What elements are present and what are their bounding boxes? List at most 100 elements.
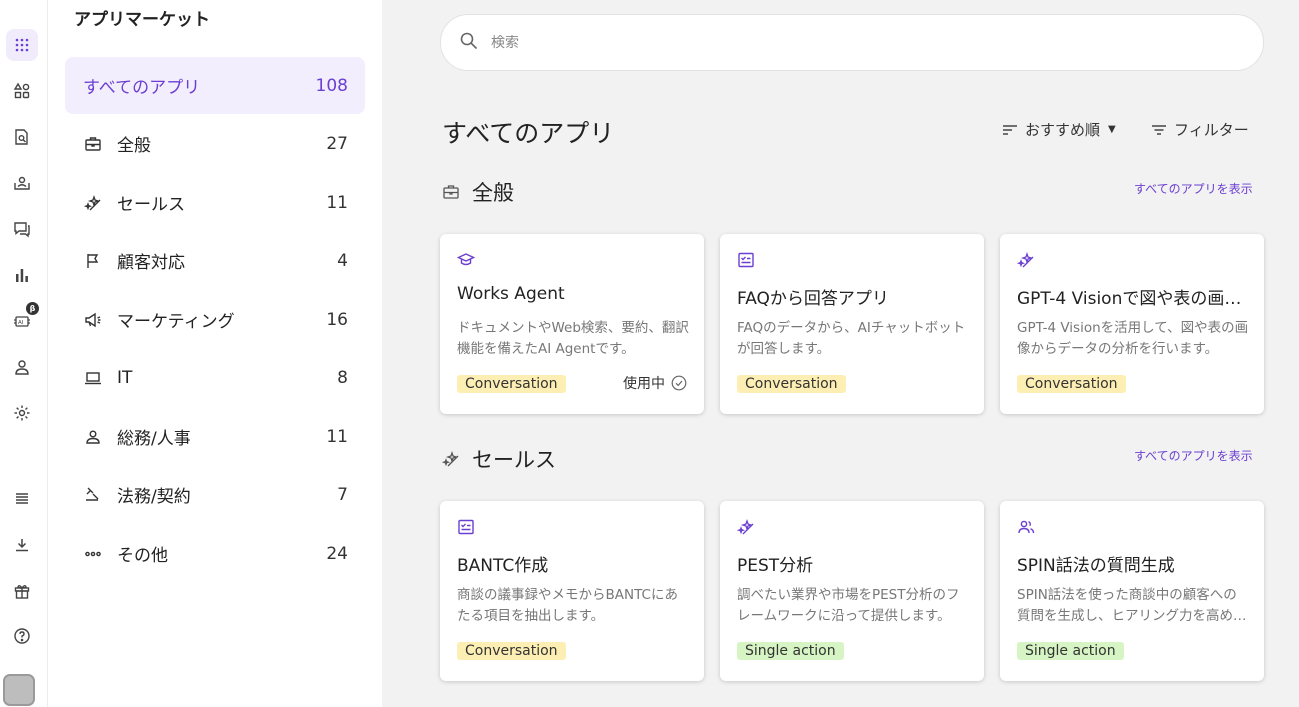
filter-button[interactable]: フィルター: [1151, 119, 1249, 140]
card-title: Works Agent: [457, 284, 565, 304]
in-use-status: 使用中: [623, 373, 687, 393]
shapes-icon[interactable]: [6, 75, 38, 107]
briefcase-icon: [83, 134, 103, 154]
card-title: BANTC作成: [457, 556, 549, 576]
category-legal-contracts[interactable]: 法務/契約 7: [65, 466, 365, 523]
sparkles-icon: [736, 518, 757, 538]
category-count: 7: [337, 484, 348, 505]
gift-icon[interactable]: [6, 575, 38, 607]
sort-label: おすすめ順: [1025, 121, 1101, 139]
app-card[interactable]: GPT-4 Visionで図や表の画像からデータの分析 GPT-4 Vision…: [1000, 234, 1264, 414]
category-marketing[interactable]: マーケティング 16: [65, 291, 365, 348]
type-tag: Single action: [1017, 642, 1124, 660]
card-title: PEST分析: [737, 556, 814, 576]
category-count: 27: [326, 133, 348, 154]
sort-icon: [1003, 124, 1017, 135]
category-label: すべてのアプリ: [83, 78, 201, 98]
type-tag: Single action: [737, 642, 844, 660]
category-count: 4: [337, 250, 348, 271]
card-description: SPIN話法を使った商談中の顧客への質問を生成し、ヒアリング力を高めます。: [1017, 587, 1247, 624]
avatar[interactable]: [3, 674, 35, 706]
category-count: 11: [326, 192, 348, 213]
app-card[interactable]: Works Agent ドキュメントやWeb検索、要約、翻訳機能を備えたAI A…: [440, 234, 704, 414]
status-label: 使用中: [623, 376, 665, 392]
sparkles-icon: [83, 193, 103, 213]
bar-chart-icon[interactable]: [6, 259, 38, 291]
main-content: すべてのアプリ おすすめ順 ▼ フィルター 全般 すべてのアプリを表示 Work…: [382, 0, 1299, 707]
chat-icon[interactable]: [6, 213, 38, 245]
search-input[interactable]: [491, 34, 1191, 51]
page-title: すべてのアプリ: [442, 119, 615, 148]
card-description: ドキュメントやWeb検索、要約、翻訳機能を備えたAI Agentです。: [457, 320, 689, 357]
document-search-icon[interactable]: [6, 121, 38, 153]
filter-icon: [1152, 124, 1166, 135]
checklist-icon: [737, 251, 757, 271]
check-circle-icon: [671, 375, 687, 391]
category-label: IT: [117, 367, 133, 388]
gear-icon[interactable]: [6, 397, 38, 429]
card-title: SPIN話法の質問生成: [1017, 556, 1175, 576]
search-bar[interactable]: [440, 14, 1264, 71]
flag-icon: [83, 251, 103, 271]
section-general-header: 全般: [442, 177, 514, 207]
download-icon[interactable]: [6, 529, 38, 561]
briefcase-icon: [442, 182, 462, 202]
card-title: FAQから回答アプリ: [737, 289, 889, 309]
category-other[interactable]: その他 24: [65, 525, 365, 582]
gavel-icon: [83, 485, 103, 505]
app-card[interactable]: PEST分析 調べたい業界や市場をPEST分析のフレームワークに沿って提供します…: [720, 501, 984, 681]
sort-dropdown[interactable]: おすすめ順 ▼: [1002, 119, 1116, 140]
app-card[interactable]: BANTC作成 商談の議事録やメモからBANTCにあたる項目を抽出します。 Co…: [440, 501, 704, 681]
card-description: GPT-4 Visionを活用して、図や表の画像からデータの分析を行います。: [1017, 320, 1249, 357]
card-title: GPT-4 Visionで図や表の画像からデータの分析: [1017, 289, 1249, 309]
category-label: マーケティング: [117, 312, 235, 332]
laptop-icon: [83, 368, 103, 388]
book-user-icon[interactable]: [6, 167, 38, 199]
category-it[interactable]: IT 8: [65, 349, 365, 406]
people-icon: [1017, 518, 1037, 538]
checklist-icon: [457, 518, 477, 538]
category-sales[interactable]: セールス 11: [65, 174, 365, 231]
type-tag: Conversation: [1017, 375, 1126, 393]
ai-beta-icon[interactable]: AI β: [6, 302, 39, 337]
app-card[interactable]: SPIN話法の質問生成 SPIN話法を使った商談中の顧客への質問を生成し、ヒアリ…: [1000, 501, 1264, 681]
type-tag: Conversation: [457, 642, 566, 660]
type-tag: Conversation: [457, 375, 566, 393]
menu-icon[interactable]: [6, 482, 38, 514]
person-icon: [83, 427, 103, 447]
category-all-apps[interactable]: すべてのアプリ 108: [65, 57, 365, 114]
see-all-link[interactable]: すべてのアプリを表示: [1134, 180, 1253, 197]
category-customer-support[interactable]: 顧客対応 4: [65, 232, 365, 289]
caret-down-icon: ▼: [1108, 124, 1116, 135]
category-sidebar: アプリマーケット すべてのアプリ 108 全般 27 セールス 11 顧客対応 …: [48, 0, 382, 707]
card-description: FAQのデータから、AIチャットボットが回答します。: [737, 320, 966, 357]
apps-grid-icon[interactable]: [6, 29, 38, 61]
filter-label: フィルター: [1174, 121, 1249, 139]
section-sales-header: セールス: [442, 444, 556, 474]
category-count: 11: [326, 426, 348, 447]
see-all-link[interactable]: すべてのアプリを表示: [1134, 447, 1253, 464]
icon-rail: AI β: [0, 0, 48, 707]
help-icon[interactable]: [6, 620, 38, 652]
app-card[interactable]: FAQから回答アプリ FAQのデータから、AIチャットボットが回答します。 Co…: [720, 234, 984, 414]
category-general[interactable]: 全般 27: [65, 115, 365, 172]
category-count: 108: [315, 75, 348, 96]
category-label: 顧客対応: [117, 253, 185, 273]
card-description: 調べたい業界や市場をPEST分析のフレームワークに沿って提供します。: [737, 587, 960, 624]
sparkles-icon: [442, 449, 462, 469]
sidebar-title: アプリマーケット: [74, 10, 210, 30]
category-count: 16: [326, 309, 348, 330]
user-icon[interactable]: [6, 351, 38, 383]
category-count: 24: [326, 543, 348, 564]
svg-text:AI: AI: [18, 320, 24, 326]
sparkles-icon: [1016, 251, 1037, 271]
megaphone-icon: [83, 310, 103, 330]
section-title: セールス: [472, 448, 556, 472]
card-description: 商談の議事録やメモからBANTCにあたる項目を抽出します。: [457, 587, 678, 624]
category-label: セールス: [117, 195, 185, 215]
category-general-affairs-hr[interactable]: 総務/人事 11: [65, 408, 365, 465]
category-label: その他: [117, 546, 168, 566]
search-icon: [459, 31, 491, 55]
category-label: 法務/契約: [117, 487, 191, 507]
category-label: 全般: [117, 136, 151, 156]
